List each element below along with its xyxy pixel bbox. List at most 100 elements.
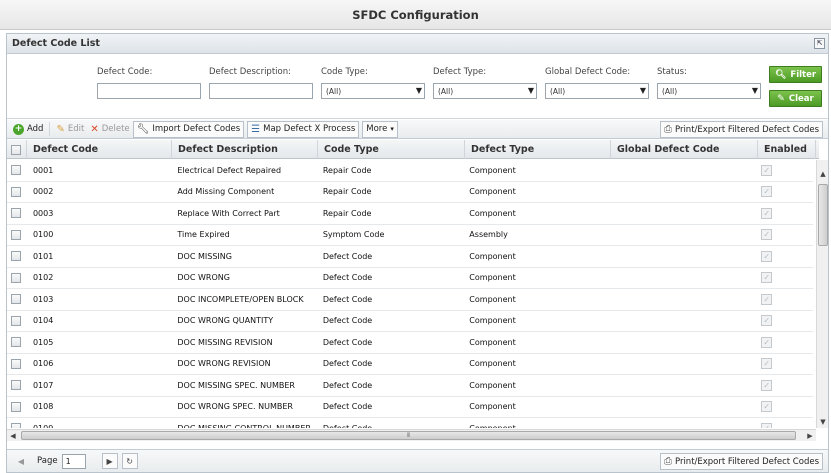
table-row[interactable]: 0103 DOC INCOMPLETE/OPEN BLOCK Defect Code… bbox=[7, 289, 813, 311]
cell-description: Electrical Defect Repaired bbox=[177, 165, 282, 175]
col-global-defect-code[interactable]: Global Defect Code bbox=[611, 140, 758, 159]
delete-label: Delete bbox=[101, 124, 130, 134]
cell-description: Time Expired bbox=[177, 230, 230, 240]
row-checkbox[interactable] bbox=[11, 380, 21, 391]
table-row[interactable]: 0109DOC MISSING CONTROL NUMBERDefect Cod… bbox=[7, 418, 813, 428]
cell-code-type: Defect Code bbox=[317, 418, 463, 428]
clear-button-label: Clear bbox=[788, 93, 814, 104]
row-checkbox[interactable] bbox=[11, 229, 21, 240]
cell-enabled: ✓ bbox=[755, 418, 813, 428]
cell-global bbox=[609, 418, 755, 428]
print-export-button-top[interactable]: ⎙ Print/Export Filtered Defect Codes bbox=[659, 121, 823, 138]
vertical-scrollbar[interactable]: ▲ ▼ bbox=[816, 160, 828, 428]
table-row[interactable]: 0106 DOC WRONG REVISION Defect Code Compone… bbox=[7, 354, 813, 375]
cell-defect-type: Component bbox=[469, 316, 516, 326]
cell-code-type: Defect Code bbox=[322, 294, 373, 304]
row-checkbox[interactable] bbox=[11, 401, 21, 412]
scroll-thumb-vertical[interactable] bbox=[818, 184, 828, 246]
cell-code-type: Defect Code bbox=[322, 359, 373, 369]
col-defect-code[interactable]: Defect Code bbox=[27, 140, 172, 159]
panel-title: Defect Code List bbox=[12, 38, 100, 49]
grid-header: Defect Code Defect Description Code Type… bbox=[7, 140, 819, 159]
import-defect-codes-button[interactable]: 🔧︎ Import Defect Codes bbox=[132, 120, 245, 138]
collapse-icon[interactable]: ⇱ bbox=[814, 38, 825, 49]
pencil-icon: ✎ bbox=[56, 123, 65, 135]
plus-icon: + bbox=[13, 123, 24, 135]
row-checkbox[interactable] bbox=[11, 315, 21, 326]
table-row[interactable]: 0100 Time Expired Symptom Code Assembly ✓ bbox=[7, 225, 813, 246]
defect-code-input[interactable] bbox=[97, 83, 201, 99]
col-defect-description[interactable]: Defect Description bbox=[172, 140, 318, 159]
enabled-checkbox: ✓ bbox=[761, 164, 773, 176]
scroll-thumb-horizontal[interactable]: ⦀ bbox=[21, 431, 796, 440]
filter-button[interactable]: 🔍︎ Filter bbox=[769, 66, 822, 83]
print-export-button-bottom[interactable]: ⎙ Print/Export Filtered Defect Codes bbox=[659, 453, 823, 470]
horizontal-scrollbar[interactable]: ◀ ⦀ ▶ bbox=[7, 429, 816, 441]
defect-description-label: Defect Description: bbox=[209, 67, 291, 77]
select-all-checkbox[interactable] bbox=[11, 144, 21, 155]
add-button[interactable]: + Add bbox=[10, 121, 46, 138]
more-button[interactable]: More ▾ bbox=[362, 120, 398, 138]
row-checkbox[interactable] bbox=[11, 358, 21, 369]
row-checkbox[interactable] bbox=[11, 423, 21, 428]
table-row[interactable]: 0107 DOC MISSING SPEC. NUMBER Defect Code C… bbox=[7, 375, 813, 397]
scroll-right-icon[interactable]: ▶ bbox=[804, 430, 816, 442]
chevron-down-icon: ▼ bbox=[415, 86, 422, 95]
clear-button[interactable]: ✎ Clear bbox=[769, 90, 822, 107]
scroll-down-icon[interactable]: ▼ bbox=[817, 416, 829, 428]
cell-global bbox=[609, 332, 755, 353]
cell-defect-type: Component bbox=[469, 359, 516, 369]
map-label: Map Defect X Process bbox=[263, 124, 356, 134]
row-checkbox[interactable] bbox=[11, 186, 21, 197]
cell-defect-type: Component bbox=[469, 208, 516, 218]
cell-description: DOC INCOMPLETE/OPEN BLOCK bbox=[177, 294, 304, 304]
row-checkbox[interactable] bbox=[11, 272, 21, 283]
row-checkbox[interactable] bbox=[11, 251, 21, 262]
cell-code-type: Repair Code bbox=[322, 187, 372, 197]
row-select-cell bbox=[7, 182, 27, 203]
col-enabled[interactable]: Enabled bbox=[758, 140, 816, 159]
global-defect-code-select[interactable]: (All) ▼ bbox=[545, 83, 649, 99]
status-select[interactable]: (All) ▼ bbox=[657, 83, 761, 99]
row-checkbox[interactable] bbox=[11, 165, 21, 176]
window-title: SFDC Configuration bbox=[0, 0, 831, 30]
code-type-filter: Code Type: (All) ▼ bbox=[321, 67, 425, 99]
edit-button[interactable]: ✎ Edit bbox=[53, 121, 87, 138]
scroll-up-icon[interactable]: ▲ bbox=[817, 168, 829, 180]
cell-code: 0101 bbox=[32, 251, 54, 261]
code-type-select[interactable]: (All) ▼ bbox=[321, 83, 425, 99]
next-page-icon[interactable]: ▶ bbox=[101, 453, 118, 469]
table-row[interactable]: 0102 DOC WRONG Defect Code Component ✓ bbox=[7, 268, 813, 289]
row-select-cell bbox=[7, 203, 27, 224]
col-code-type[interactable]: Code Type bbox=[318, 140, 465, 159]
grid-body: 0001 Electrical Defect Repaired Repair Cod… bbox=[7, 160, 813, 428]
refresh-icon[interactable]: ↻ bbox=[121, 453, 138, 469]
defect-description-input[interactable] bbox=[209, 83, 313, 99]
table-row[interactable]: 0104 DOC WRONG QUANTITY Defect Code Compone… bbox=[7, 311, 813, 332]
table-row[interactable]: 0001 Electrical Defect Repaired Repair Cod… bbox=[7, 160, 813, 182]
defect-type-select[interactable]: (All) ▼ bbox=[433, 83, 537, 99]
scroll-left-icon[interactable]: ◀ bbox=[7, 430, 19, 442]
table-row[interactable]: 0108 DOC WRONG SPEC. NUMBER Defect Code Com… bbox=[7, 397, 813, 418]
chevron-down-icon: ▼ bbox=[639, 86, 646, 95]
import-label: Import Defect Codes bbox=[152, 124, 241, 134]
enabled-checkbox: ✓ bbox=[761, 422, 773, 428]
table-row[interactable]: 0002 Add Missing Component Repair Code Comp… bbox=[7, 182, 813, 203]
grid-toolbar: + Add ✎ Edit ✕ Delete 🔧︎ Import Defect C… bbox=[7, 120, 828, 139]
defect-type-label: Defect Type: bbox=[433, 67, 487, 77]
table-row[interactable]: 0003 Replace With Correct Part Repair Code… bbox=[7, 203, 813, 225]
prev-page-icon[interactable]: ◀ bbox=[13, 453, 29, 469]
col-defect-type[interactable]: Defect Type bbox=[465, 140, 611, 159]
row-checkbox[interactable] bbox=[11, 208, 21, 219]
cell-description: DOC WRONG bbox=[177, 273, 230, 283]
cell-code: 0104 bbox=[32, 316, 54, 326]
row-checkbox[interactable] bbox=[11, 294, 21, 305]
panel-header: Defect Code List ⇱ bbox=[7, 34, 828, 54]
map-defect-process-button[interactable]: ☰ Map Defect X Process bbox=[247, 120, 360, 138]
cell-code-type: Repair Code bbox=[322, 165, 372, 175]
table-row[interactable]: 0105 DOC MISSING REVISION Defect Code Compo… bbox=[7, 332, 813, 354]
delete-button[interactable]: ✕ Delete bbox=[87, 121, 132, 138]
table-row[interactable]: 0101 DOC MISSING Defect Code Component ✓ bbox=[7, 246, 813, 268]
page-number-input[interactable]: 1 bbox=[61, 453, 86, 469]
row-checkbox[interactable] bbox=[11, 337, 21, 348]
